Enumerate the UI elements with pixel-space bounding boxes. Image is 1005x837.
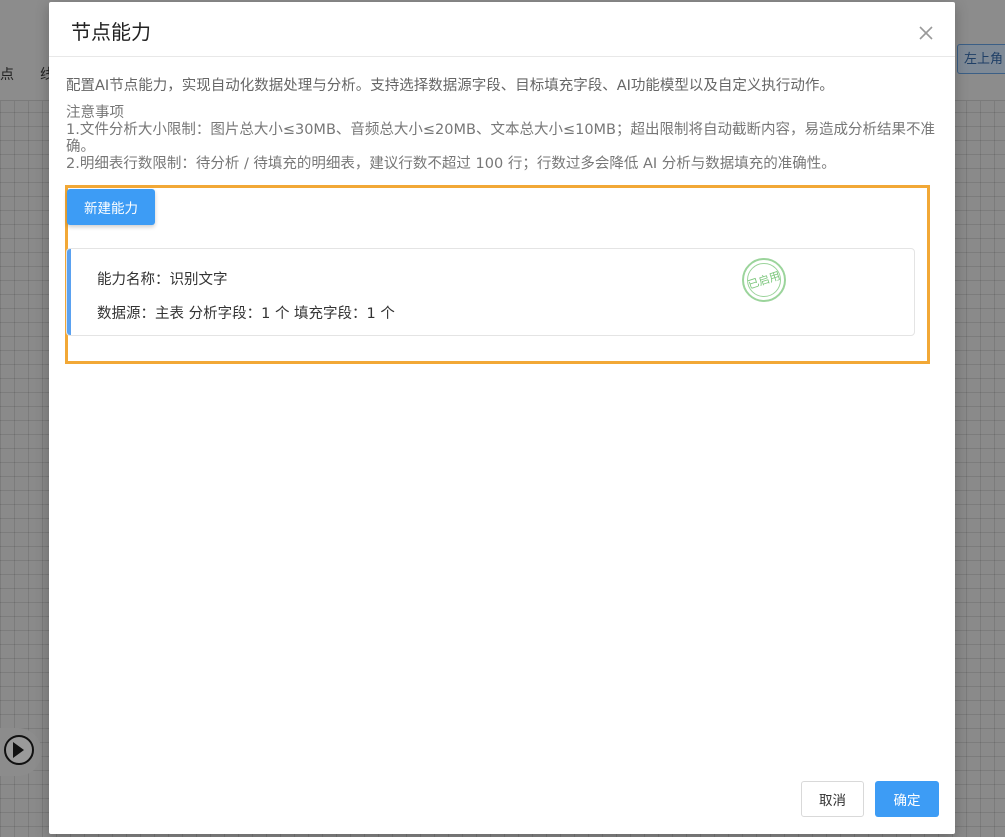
top-left-corner-button[interactable]: 左上角 [957,44,1005,74]
play-button[interactable] [0,728,42,776]
capability-name: 能力名称：识别文字 [97,272,228,288]
notes-section: 注意事项 1.文件分析大小限制：图片总大小≤30MB、音频总大小≤20MB、文本… [66,105,946,173]
background-label: 点 [0,67,14,83]
play-triangle-icon [13,742,24,758]
cancel-button[interactable]: 取消 [801,781,864,817]
note-item: 1.文件分析大小限制：图片总大小≤30MB、音频总大小≤20MB、文本总大小≤1… [66,122,936,155]
dialog-header: 节点能力 [49,2,955,57]
new-capability-button[interactable]: 新建能力 [67,189,155,225]
enabled-stamp-icon: 已启用 [742,258,786,302]
dialog-description: 配置AI节点能力，实现自动化数据处理与分析。支持选择数据源字段、目标填充字段、A… [66,78,834,94]
node-capability-dialog: 节点能力 配置AI节点能力，实现自动化数据处理与分析。支持选择数据源字段、目标填… [49,2,955,834]
note-item: 2.明细表行数限制：待分析 / 待填充的明细表，建议行数不超过 100 行；行数… [66,156,836,172]
close-icon[interactable] [915,22,937,44]
capability-source: 数据源：主表 分析字段：1 个 填充字段：1 个 [97,306,395,322]
card-accent-bar [67,249,71,335]
confirm-button[interactable]: 确定 [875,781,939,817]
dialog-title: 节点能力 [71,20,151,44]
capability-card[interactable]: 能力名称：识别文字 数据源：主表 分析字段：1 个 填充字段：1 个 已启用 [66,248,915,336]
notes-heading: 注意事项 [66,105,124,121]
